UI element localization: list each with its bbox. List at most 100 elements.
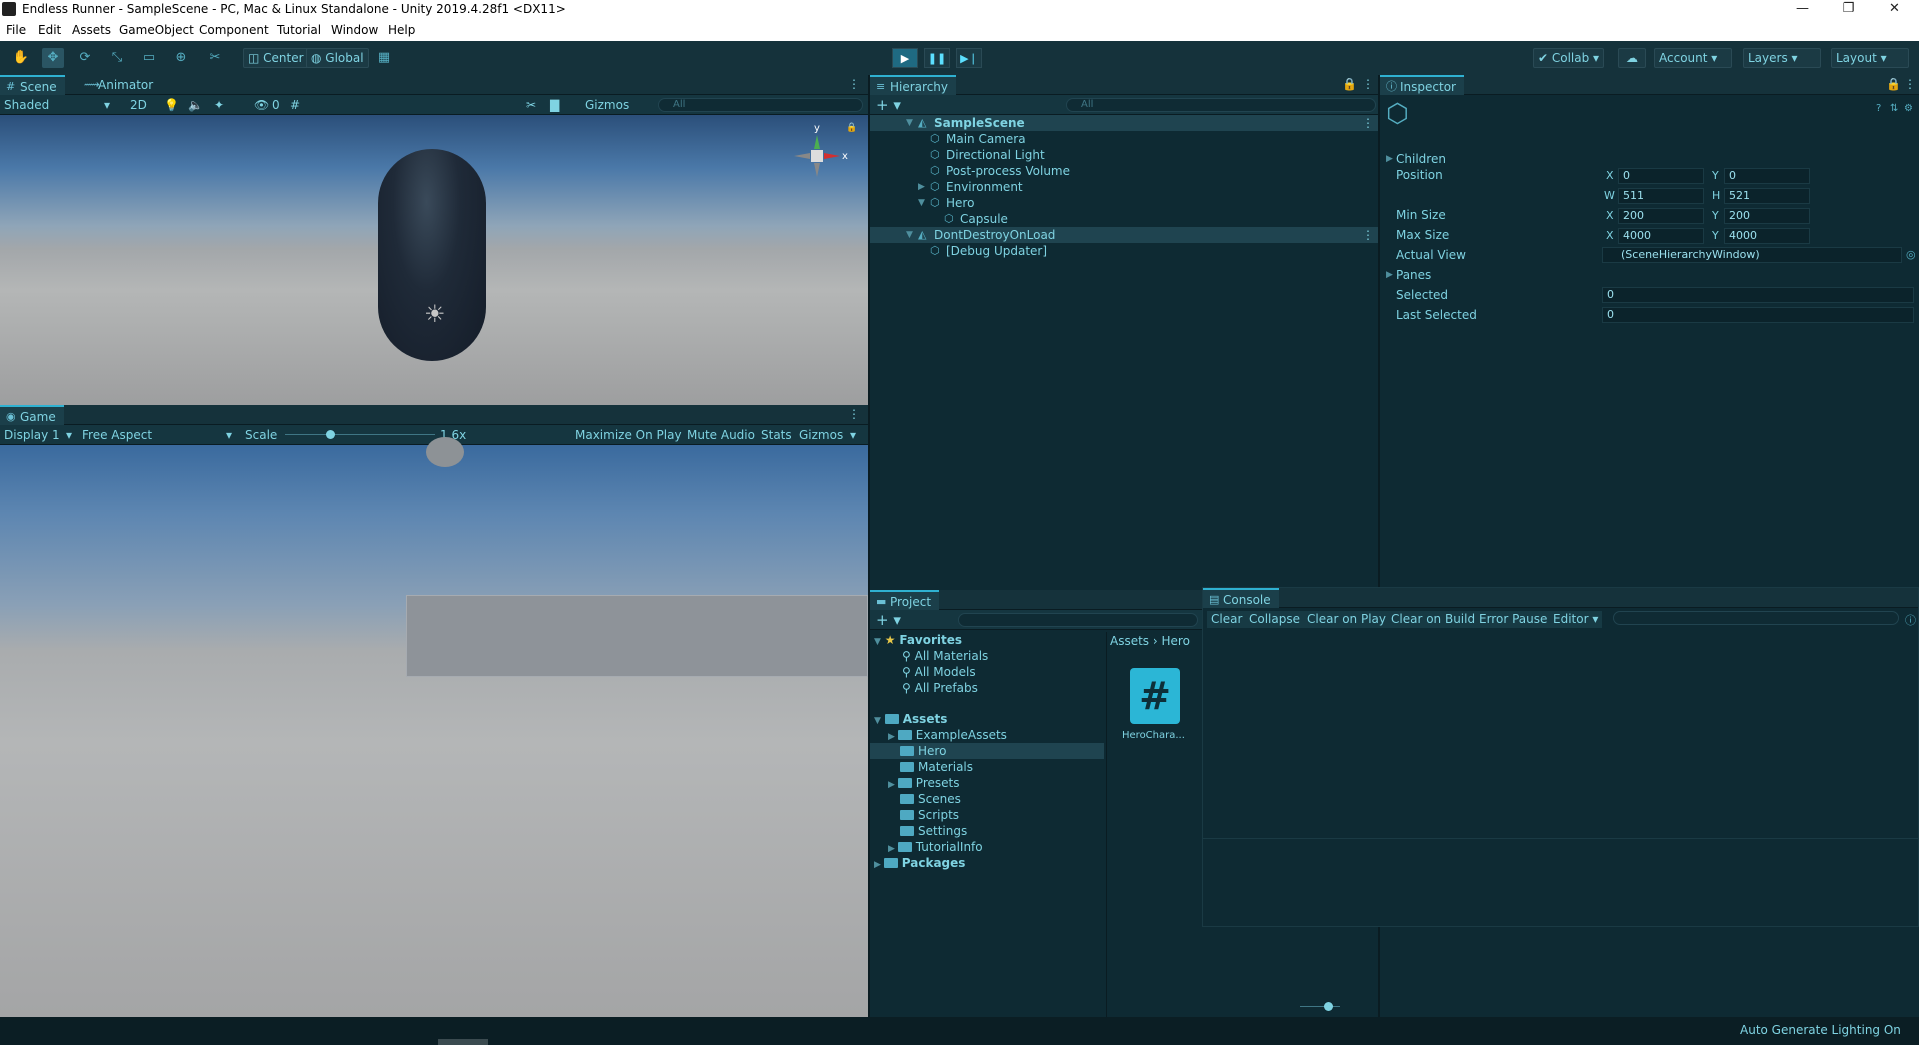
capsule-object[interactable] (378, 149, 486, 361)
menu-help[interactable]: Help (388, 23, 415, 37)
menu-assets[interactable]: Assets (72, 23, 111, 37)
audio-toggle-icon[interactable]: 🔈 (188, 98, 203, 112)
folder-settings[interactable]: Settings (900, 823, 967, 839)
error-pause-button[interactable]: Error Pause (1475, 611, 1552, 628)
tab-animator[interactable]: ⟿ Animator (78, 75, 161, 95)
gizmo-y-arm[interactable] (814, 135, 820, 149)
tab-scene[interactable]: # Scene (0, 75, 65, 95)
editor-dropdown[interactable]: Editor ▾ (1549, 611, 1603, 628)
tab-project[interactable]: ▬ Project (870, 590, 940, 610)
collab-dropdown[interactable]: ✔ Collab ▾ (1533, 48, 1605, 68)
lighting-toggle-icon[interactable]: 💡 (164, 98, 179, 112)
expand-arrow-icon[interactable]: ▶ (888, 732, 898, 742)
clear-on-play-button[interactable]: Clear on Play (1303, 611, 1390, 628)
project-splitter[interactable] (1106, 632, 1107, 1017)
mute-audio-toggle[interactable]: Mute Audio (687, 428, 755, 442)
scene-viewport[interactable]: ☀ y x 🔒 (0, 115, 868, 405)
last-selected-field[interactable]: 0 (1602, 307, 1914, 323)
gizmos-dropdown[interactable]: Gizmos (585, 98, 629, 112)
expand-arrow-icon[interactable]: ▼ (874, 637, 881, 647)
console-splitter[interactable] (1203, 838, 1918, 839)
auto-lighting-status[interactable]: Auto Generate Lighting On (1740, 1023, 1901, 1037)
create-button[interactable]: + ▾ (876, 96, 901, 114)
tab-game[interactable]: ◉ Game (0, 405, 64, 425)
menu-window[interactable]: Window (331, 23, 378, 37)
menu-edit[interactable]: Edit (38, 23, 61, 37)
effects-toggle-icon[interactable]: ✦ (214, 98, 224, 112)
account-dropdown[interactable]: Account ▾ (1654, 48, 1732, 68)
tab-hierarchy[interactable]: ≡ Hierarchy (870, 75, 957, 95)
expand-arrow-icon[interactable]: ▶ (918, 179, 925, 195)
pos-x-field[interactable]: 0 (1618, 168, 1704, 184)
scale-slider[interactable] (285, 430, 435, 439)
folder-scenes[interactable]: Scenes (900, 791, 961, 807)
layout-dropdown[interactable]: Layout ▾ (1831, 48, 1909, 68)
tab-console[interactable]: ▤ Console (1203, 588, 1279, 608)
console-info-icon[interactable]: ⓘ (1905, 612, 1916, 628)
gizmo-center-cube[interactable] (811, 150, 823, 162)
hand-tool-icon[interactable]: ✋ (10, 48, 32, 68)
hierarchy-item-environment[interactable]: ▶ ⬡ Environment (870, 179, 1378, 195)
panel-menu-icon[interactable]: ⋮ (848, 407, 860, 421)
favorite-all-models[interactable]: ⚲ All Models (902, 664, 976, 680)
toggle-2d-button[interactable]: 2D (130, 98, 147, 112)
cloud-button[interactable]: ☁ (1618, 48, 1646, 68)
custom-tool-icon[interactable]: ✂ (204, 48, 226, 68)
lock-icon[interactable]: 🔒 (1886, 77, 1901, 91)
move-tool-icon[interactable]: ✥ (42, 48, 64, 68)
pause-button[interactable]: ❚❚ (924, 48, 950, 68)
gizmo-x-arm[interactable] (824, 153, 840, 159)
breadcrumb-hero[interactable]: Hero (1162, 634, 1190, 648)
panes-foldout-icon[interactable]: ▶ (1386, 270, 1393, 280)
hierarchy-item-directional-light[interactable]: ⬡ Directional Light (870, 147, 1378, 163)
hierarchy-item-samplescene[interactable]: ▼ ◭ SampleScene ⋮ (870, 115, 1378, 131)
actual-view-field[interactable]: (SceneHierarchyWindow) (1602, 247, 1902, 263)
hierarchy-item-main-camera[interactable]: ⬡ Main Camera (870, 131, 1378, 147)
min-y-field[interactable]: 200 (1724, 208, 1810, 224)
scene-search-input[interactable]: All (658, 98, 863, 112)
grid-toggle-icon[interactable]: # (290, 98, 300, 112)
file-name-label[interactable]: HeroChara... (1122, 730, 1185, 741)
shading-mode-dropdown[interactable]: Shaded (4, 98, 49, 112)
scale-slider-thumb[interactable] (326, 430, 335, 439)
layers-dropdown[interactable]: Layers ▾ (1743, 48, 1821, 68)
panel-menu-icon[interactable]: ⋮ (1904, 77, 1916, 91)
clear-button[interactable]: Clear (1207, 611, 1247, 628)
children-foldout-icon[interactable]: ▶ (1386, 154, 1393, 164)
display-dropdown-arrow-icon[interactable]: ▾ (66, 428, 72, 442)
gizmo-negx-arm[interactable] (794, 153, 810, 159)
folder-scripts[interactable]: Scripts (900, 807, 959, 823)
settings-gear-icon[interactable]: ⚙ (1904, 103, 1913, 114)
folder-hero[interactable]: Hero (870, 743, 1104, 759)
hidden-objects-icon[interactable]: 👁 (254, 98, 269, 112)
create-asset-button[interactable]: + ▾ (876, 611, 901, 629)
grid-snap-icon[interactable]: ▦ (373, 48, 395, 68)
panel-menu-icon[interactable]: ⋮ (1362, 77, 1374, 91)
pivot-center-button[interactable]: ◫ Center (243, 48, 309, 68)
console-search-input[interactable] (1613, 611, 1899, 625)
lock-icon[interactable]: 🔒 (846, 123, 857, 133)
rotate-tool-icon[interactable]: ⟳ (74, 48, 96, 68)
object-picker-icon[interactable]: ◎ (1906, 248, 1916, 261)
icon-size-slider-thumb[interactable] (1324, 1002, 1333, 1011)
tools-icon[interactable]: ✂ (526, 98, 536, 112)
menu-tutorial[interactable]: Tutorial (277, 23, 321, 37)
hierarchy-item-dontdestroyonload[interactable]: ▼ ◭ DontDestroyOnLoad ⋮ (870, 227, 1378, 243)
game-viewport[interactable] (0, 437, 868, 1017)
max-y-field[interactable]: 4000 (1724, 228, 1810, 244)
display-dropdown[interactable]: Display 1 (4, 428, 60, 442)
play-button[interactable]: ▶ (892, 48, 918, 68)
favorite-all-prefabs[interactable]: ⚲ All Prefabs (902, 680, 978, 696)
pos-y-field[interactable]: 0 (1724, 168, 1810, 184)
transform-tool-icon[interactable]: ⊕ (170, 48, 192, 68)
selected-field[interactable]: 0 (1602, 287, 1914, 303)
min-x-field[interactable]: 200 (1618, 208, 1704, 224)
orientation-gizmo[interactable]: y x (782, 121, 852, 191)
scale-tool-icon[interactable]: ⤡ (106, 48, 128, 68)
hierarchy-item-debug-updater[interactable]: ⬡ [Debug Updater] (870, 243, 1378, 259)
aspect-dropdown-arrow-icon[interactable]: ▾ (226, 428, 232, 442)
shading-dropdown-arrow-icon[interactable]: ▾ (104, 98, 110, 112)
minimize-button[interactable]: — (1780, 0, 1825, 19)
maximize-on-play-toggle[interactable]: Maximize On Play (575, 428, 682, 442)
expand-arrow-icon[interactable]: ▼ (918, 195, 925, 211)
